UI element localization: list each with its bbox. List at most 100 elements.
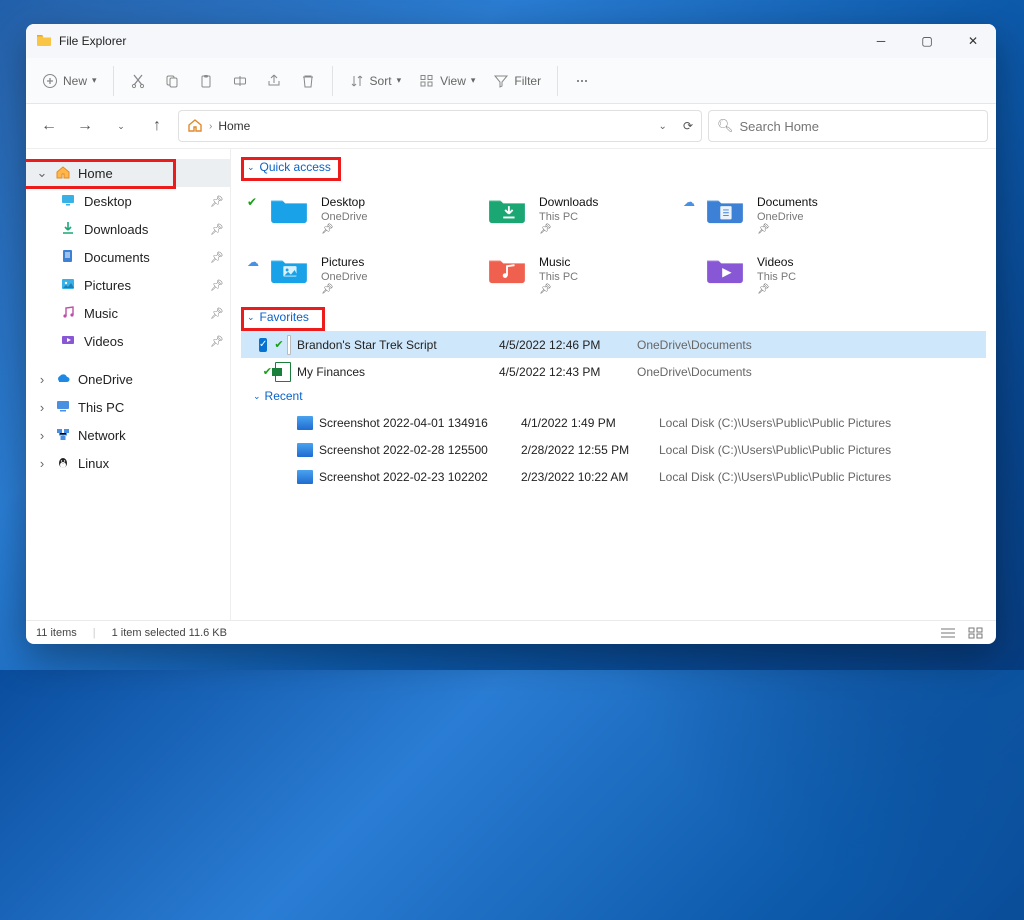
cut-button[interactable] <box>122 67 154 95</box>
address-bar[interactable]: › Home ⌄ ⟳ <box>178 110 702 142</box>
pin-icon: 📌︎ <box>210 195 224 208</box>
folder-icon <box>703 249 747 289</box>
folder-icon <box>267 249 311 289</box>
search-box[interactable]: 🔍︎ <box>708 110 988 142</box>
content-pane: ⌄ Quick access ✔ DesktopOneDrive 📌︎ Down… <box>231 149 996 620</box>
search-icon: 🔍︎ <box>717 118 734 134</box>
checkbox-icon[interactable]: ✓ <box>259 338 267 352</box>
view-button[interactable]: View ▾ <box>411 67 483 95</box>
sidebar-item-label: Documents <box>84 250 150 265</box>
navigation-pane: ⌄ Home Desktop📌︎Downloads📌︎Documents📌︎Pi… <box>26 149 231 620</box>
sidebar-item-label: Desktop <box>84 194 132 209</box>
document-file-icon <box>287 335 291 355</box>
folder-icon <box>60 248 76 267</box>
quick-access-item[interactable]: DownloadsThis PC 📌︎ <box>485 181 675 237</box>
delete-button[interactable] <box>292 67 324 95</box>
paste-button[interactable] <box>190 67 222 95</box>
group-header-recent[interactable]: ⌄ Recent <box>241 385 986 405</box>
new-button[interactable]: New ▾ <box>34 67 105 95</box>
list-item[interactable]: Screenshot 2022-02-23 102202 2/23/2022 1… <box>263 463 986 490</box>
details-view-button[interactable] <box>938 625 958 641</box>
status-bar: 11 items | 1 item selected 11.6 KB <box>26 620 996 644</box>
drive-icon <box>55 398 71 417</box>
file-date: 4/1/2022 1:49 PM <box>521 416 659 430</box>
list-item[interactable]: ✔ My Finances 4/5/2022 12:43 PM OneDrive… <box>241 358 986 385</box>
nav-recent-button[interactable]: ⌄ <box>106 111 136 141</box>
quick-access-item[interactable]: VideosThis PC 📌︎ <box>703 241 893 297</box>
sidebar-item-network[interactable]: ›Network <box>26 421 230 449</box>
quick-access-item[interactable]: ☁ PicturesOneDrive 📌︎ <box>267 241 457 297</box>
breadcrumb-segment[interactable]: Home <box>218 119 250 133</box>
thumbnails-view-button[interactable] <box>966 625 986 641</box>
cloud-badge-icon: ☁ <box>247 255 259 269</box>
nav-back-button[interactable]: ← <box>34 111 64 141</box>
sidebar-item-label: This PC <box>78 400 124 415</box>
sidebar-item-label: Music <box>84 306 118 321</box>
file-location: Local Disk (C:)\Users\Public\Public Pict… <box>659 443 986 457</box>
app-icon <box>36 32 52 51</box>
refresh-button[interactable]: ⟳ <box>683 119 693 133</box>
chevron-down-icon: ⌄ <box>253 391 261 402</box>
sidebar-item-desktop[interactable]: Desktop 📌︎ <box>26 187 230 215</box>
sidebar-item-music[interactable]: Music 📌︎ <box>26 299 230 327</box>
pin-icon: 📌︎ <box>210 307 224 320</box>
more-button[interactable] <box>566 67 598 95</box>
share-button[interactable] <box>258 67 290 95</box>
file-explorer-window: File Explorer ─ ▢ ✕ New ▾ S <box>26 24 996 644</box>
pin-icon: 📌︎ <box>210 335 224 348</box>
group-header-quick-access[interactable]: ⌄ Quick access <box>241 157 337 177</box>
pin-icon: 📌︎ <box>757 284 770 295</box>
command-bar: New ▾ Sort ▾ View ▾ Filter <box>26 58 996 104</box>
sidebar-item-pictures[interactable]: Pictures 📌︎ <box>26 271 230 299</box>
address-dropdown-icon[interactable]: ⌄ <box>659 121 667 132</box>
file-location: Local Disk (C:)\Users\Public\Public Pict… <box>659 470 986 484</box>
maximize-button[interactable]: ▢ <box>904 24 950 58</box>
sidebar-item-downloads[interactable]: Downloads📌︎ <box>26 215 230 243</box>
chevron-right-icon[interactable]: › <box>36 373 48 385</box>
list-item[interactable]: Screenshot 2022-04-01 134916 4/1/2022 1:… <box>263 409 986 436</box>
sidebar-item-videos[interactable]: Videos📌︎ <box>26 327 230 355</box>
drive-icon <box>55 426 71 445</box>
folder-icon <box>703 189 747 229</box>
rename-button[interactable] <box>224 67 256 95</box>
nav-forward-button[interactable]: → <box>70 111 100 141</box>
status-selection: 1 item selected 11.6 KB <box>112 627 227 639</box>
sync-status-icon: ✔ <box>263 365 272 378</box>
sort-button[interactable]: Sort ▾ <box>341 67 410 95</box>
sidebar-item-onedrive[interactable]: › OneDrive <box>26 365 230 393</box>
nav-up-button[interactable]: ↑ <box>142 111 172 141</box>
chevron-down-icon[interactable]: ⌄ <box>36 167 48 179</box>
list-item[interactable]: ✓✔ Brandon's Star Trek Script 4/5/2022 1… <box>241 331 986 358</box>
group-header-favorites[interactable]: ⌄ Favorites <box>241 307 315 327</box>
minimize-button[interactable]: ─ <box>858 24 904 58</box>
file-date: 2/28/2022 12:55 PM <box>521 443 659 457</box>
quick-access-item[interactable]: ☁ DocumentsOneDrive 📌︎ <box>703 181 893 237</box>
pin-icon: 📌︎ <box>210 279 224 292</box>
copy-button[interactable] <box>156 67 188 95</box>
chevron-right-icon[interactable]: › <box>36 457 48 469</box>
address-bar-row: ← → ⌄ ↑ › Home ⌄ ⟳ 🔍︎ <box>26 104 996 148</box>
sidebar-item-linux[interactable]: ›Linux <box>26 449 230 477</box>
sidebar-item-documents[interactable]: Documents📌︎ <box>26 243 230 271</box>
file-date: 4/5/2022 12:43 PM <box>499 365 637 379</box>
file-name: Screenshot 2022-02-23 102202 <box>319 470 521 484</box>
image-file-icon <box>297 416 313 430</box>
folder-icon <box>485 189 529 229</box>
close-button[interactable]: ✕ <box>950 24 996 58</box>
pin-icon: 📌︎ <box>539 224 552 235</box>
sidebar-item-label: OneDrive <box>78 372 133 387</box>
list-item[interactable]: Screenshot 2022-02-28 125500 2/28/2022 1… <box>263 436 986 463</box>
sidebar-item-label: Pictures <box>84 278 131 293</box>
sidebar-item-label: Downloads <box>84 222 148 237</box>
item-location: OneDrive <box>757 211 818 223</box>
chevron-right-icon[interactable]: › <box>36 401 48 413</box>
item-location: This PC <box>539 271 578 283</box>
quick-access-item[interactable]: ✔ DesktopOneDrive 📌︎ <box>267 181 457 237</box>
chevron-right-icon[interactable]: › <box>36 429 48 441</box>
sidebar-item-home[interactable]: ⌄ Home <box>26 159 230 187</box>
quick-access-item[interactable]: MusicThis PC 📌︎ <box>485 241 675 297</box>
filter-button[interactable]: Filter <box>485 67 549 95</box>
search-input[interactable] <box>740 119 979 134</box>
pin-icon: 📌︎ <box>321 284 334 295</box>
sidebar-item-this-pc[interactable]: › This PC <box>26 393 230 421</box>
